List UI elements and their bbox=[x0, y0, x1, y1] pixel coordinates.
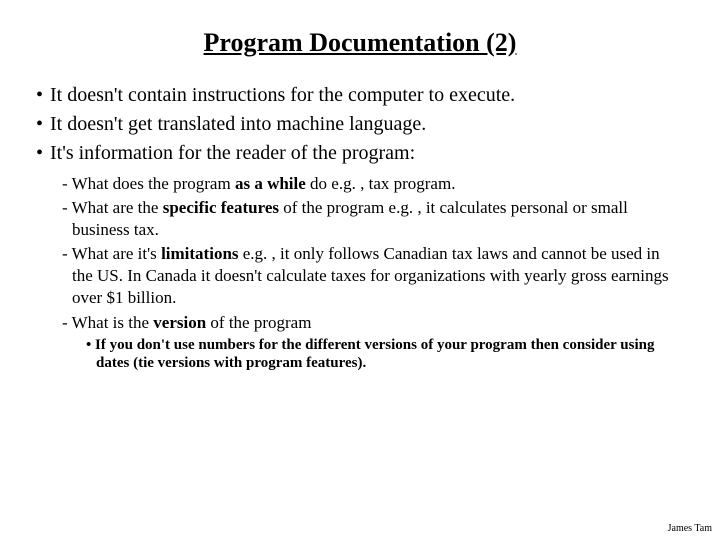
subsub-item: • If you don't use numbers for the diffe… bbox=[86, 336, 684, 374]
sub-text-post: of the program bbox=[206, 313, 311, 332]
subsub-list: • If you don't use numbers for the diffe… bbox=[86, 336, 684, 374]
sub-text-pre: What are it's bbox=[72, 244, 161, 263]
bullet-list: •It doesn't contain instructions for the… bbox=[36, 82, 684, 373]
sub-item: - What are the specific features of the … bbox=[62, 197, 684, 241]
sub-text-bold: limitations bbox=[161, 244, 238, 263]
sub-item: - What are it's limitations e.g. , it on… bbox=[62, 243, 684, 309]
sub-text-pre: What are the bbox=[72, 198, 163, 217]
bullet-item: •It's information for the reader of the … bbox=[36, 140, 684, 167]
bullet-item: •It doesn't get translated into machine … bbox=[36, 111, 684, 138]
sub-text-post: do e.g. , tax program. bbox=[306, 174, 456, 193]
bullet-text: It doesn't get translated into machine l… bbox=[50, 113, 426, 135]
bullet-text: It doesn't contain instructions for the … bbox=[50, 84, 515, 106]
sub-text-pre: What is the bbox=[72, 313, 154, 332]
sub-text-bold: specific features bbox=[163, 198, 279, 217]
sub-text-bold: as a while bbox=[235, 174, 306, 193]
sub-list: - What does the program as a while do e.… bbox=[62, 173, 684, 373]
slide: Program Documentation (2) •It doesn't co… bbox=[0, 0, 720, 373]
bullet-item: •It doesn't contain instructions for the… bbox=[36, 82, 684, 109]
slide-title: Program Documentation (2) bbox=[36, 28, 684, 58]
sub-text-pre: What does the program bbox=[72, 174, 235, 193]
bullet-text: It's information for the reader of the p… bbox=[50, 142, 415, 164]
sub-item: - What does the program as a while do e.… bbox=[62, 173, 684, 195]
subsub-text: If you don't use numbers for the differe… bbox=[95, 337, 654, 372]
footer-author: James Tam bbox=[668, 523, 712, 534]
sub-text-bold: version bbox=[153, 313, 206, 332]
sub-item: - What is the version of the program bbox=[62, 312, 684, 334]
